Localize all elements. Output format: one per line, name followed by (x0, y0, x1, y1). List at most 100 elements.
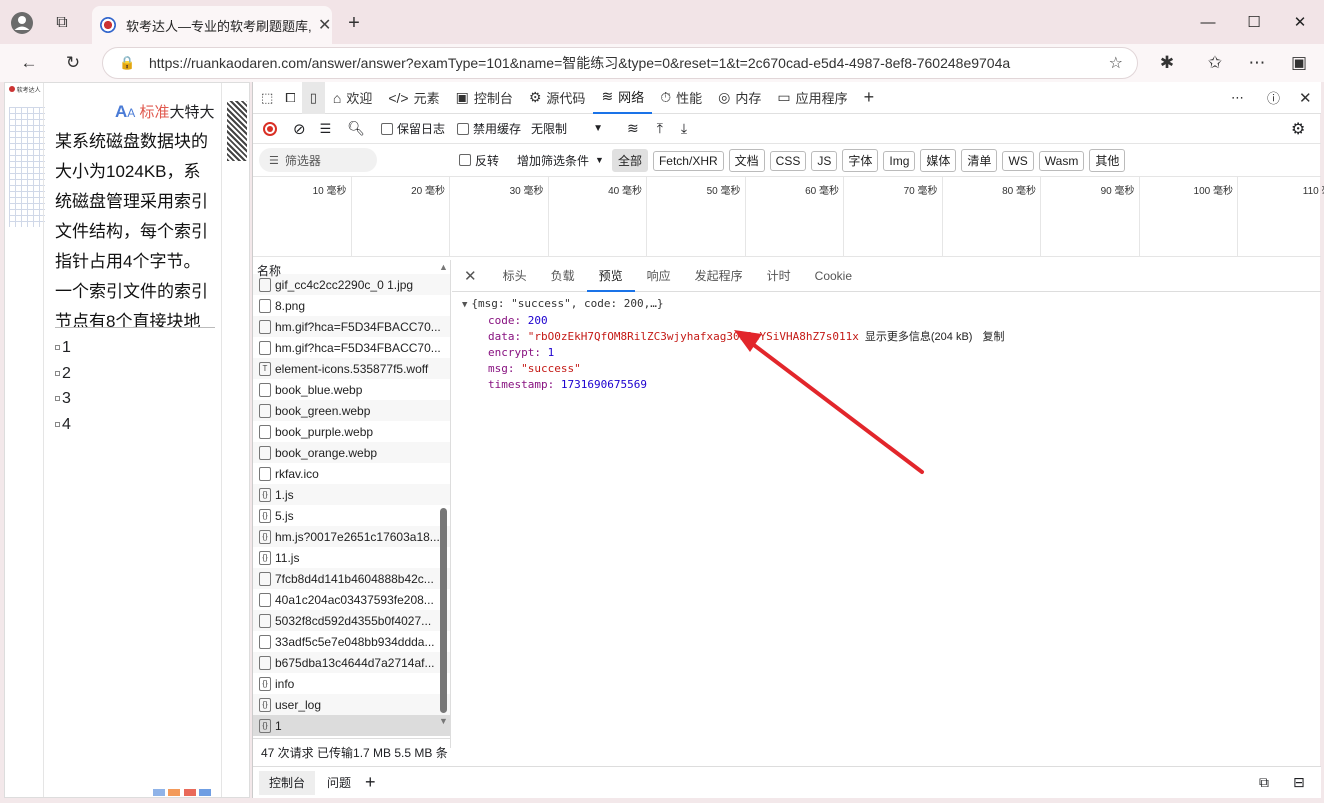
request-row[interactable]: hm.gif?hca=F5D34FBACC70... (253, 316, 450, 337)
request-row[interactable]: 33adf5c5e7e048bb934ddda... (253, 631, 450, 652)
drawer-add-icon[interactable]: + (365, 772, 376, 793)
url-text[interactable]: https://ruankaodaren.com/answer/answer?e… (149, 53, 1010, 73)
request-row[interactable]: {} user_log (253, 694, 450, 715)
request-row[interactable]: 8.png (253, 295, 450, 316)
filter-chip[interactable]: 全部 (611, 148, 648, 172)
option-2[interactable]: 2 (55, 361, 71, 387)
filter-chip[interactable]: JS (811, 150, 838, 171)
font-standard[interactable]: 标准 (139, 104, 169, 121)
filter-input[interactable]: ☰ 筛选器 (259, 148, 377, 172)
option-4[interactable]: 4 (55, 412, 71, 438)
filter-icon[interactable]: ☰ (320, 121, 332, 137)
sidebar-icon[interactable]: ▣ (1286, 50, 1312, 76)
filter-chip[interactable]: Wasm (1038, 150, 1085, 171)
address-bar[interactable]: 🔒 https://ruankaodaren.com/answer/answer… (102, 47, 1138, 79)
browser-tab[interactable]: 软考达人—专业的软考刷题题库, ✕ (92, 6, 332, 44)
request-list-scrollbar[interactable]: ▲ ▼ (438, 260, 450, 730)
request-row[interactable]: gif_cc4c2cc2290c_0 1.jpg (253, 274, 450, 295)
import-har-icon[interactable]: ⤒ (657, 120, 663, 137)
request-row[interactable]: Telement-icons.535877f5.woff (253, 358, 450, 379)
export-har-icon[interactable]: ⤓ (681, 120, 687, 137)
tab-console[interactable]: ▣ 控制台 (448, 82, 521, 114)
tab-initiator[interactable]: 发起程序 (683, 260, 755, 292)
filter-chip[interactable]: 清单 (961, 148, 998, 172)
request-row[interactable]: book_orange.webp (253, 442, 450, 463)
preserve-log-checkbox[interactable]: 保留日志 (381, 120, 445, 137)
more-menu-icon[interactable]: ⋯ (1244, 50, 1270, 76)
inspect-icon[interactable]: ⬚ (253, 82, 279, 114)
dock-icon[interactable]: ▯ (301, 81, 325, 114)
filter-chip[interactable]: 媒体 (920, 148, 957, 172)
request-row[interactable]: rkfav.ico (253, 463, 450, 484)
close-detail-icon[interactable]: ✕ (452, 267, 491, 285)
request-row[interactable]: {} 1.js (253, 484, 450, 505)
tab-response[interactable]: 响应 (635, 260, 683, 292)
settings-gear-icon[interactable]: ⚙ (1291, 119, 1305, 139)
request-row[interactable]: book_blue.webp (253, 379, 450, 400)
request-row[interactable]: 40a1c204ac03437593fe208... (253, 589, 450, 610)
favorite-star-icon[interactable]: ☆ (1109, 53, 1123, 73)
drawer-collapse-icon[interactable]: ⊟ (1293, 774, 1305, 791)
refresh-icon[interactable]: ↻ (60, 50, 86, 76)
invert-checkbox[interactable]: 反转 (459, 152, 499, 169)
scroll-down-arrow[interactable]: ▼ (439, 716, 448, 726)
close-window-button[interactable]: ✕ (1277, 10, 1323, 34)
more-filters-dropdown[interactable]: 增加筛选条件 ▼ (517, 152, 604, 169)
throttle-select[interactable]: 无限制 ▼ (531, 120, 603, 137)
maximize-button[interactable]: ☐ (1231, 10, 1277, 34)
footer-button-orange[interactable] (168, 789, 181, 796)
device-toolbar-icon[interactable]: ⧠ (279, 82, 301, 114)
tab-payload[interactable]: 负载 (539, 260, 587, 292)
tab-cookie[interactable]: Cookie (803, 260, 864, 292)
filter-chip[interactable]: 文档 (728, 148, 765, 172)
request-row[interactable]: 5032f8cd592d4355b0f4027... (253, 610, 450, 631)
scroll-up-arrow[interactable]: ▲ (439, 262, 448, 272)
scroll-thumb[interactable] (440, 508, 447, 713)
workspaces-icon[interactable]: ⧉ (48, 9, 76, 37)
help-icon[interactable]: ⓘ (1259, 82, 1288, 114)
more-options-icon[interactable]: ⋯ (1223, 82, 1252, 114)
profile-icon[interactable] (8, 9, 36, 37)
tab-application[interactable]: ▭ 应用程序 (769, 82, 855, 114)
filter-chip[interactable]: Img (883, 150, 916, 171)
option-1[interactable]: 1 (55, 335, 71, 361)
request-row[interactable]: {} 5.js (253, 505, 450, 526)
tab-preview[interactable]: 预览 (586, 260, 635, 292)
back-icon[interactable]: ← (16, 50, 42, 76)
tab-performance[interactable]: ⏱ 性能 (652, 82, 710, 114)
disable-cache-checkbox[interactable]: 禁用缓存 (457, 120, 521, 137)
filter-chip[interactable]: 其他 (1089, 148, 1126, 172)
json-root[interactable]: ▼ {msg: "success", code: 200,…} (462, 296, 1321, 313)
request-row[interactable]: book_purple.webp (253, 421, 450, 442)
tab-sources[interactable]: ⚙ 源代码 (521, 82, 594, 114)
minimize-button[interactable]: — (1185, 10, 1231, 34)
new-tab-icon[interactable]: + (340, 9, 368, 37)
tab-welcome[interactable]: ⌂ 欢迎 (325, 82, 380, 114)
record-icon[interactable] (263, 121, 277, 136)
tab-elements[interactable]: </> 元素 (380, 82, 447, 114)
favorites-icon[interactable]: ✩ (1202, 50, 1228, 76)
filter-chip[interactable]: CSS (769, 150, 807, 171)
filter-chip[interactable]: Fetch/XHR (652, 150, 724, 171)
request-row[interactable]: {} hm.js?0017e2651c17603a18... (253, 526, 450, 547)
font-xlarge[interactable]: 特大 (185, 104, 215, 121)
tab-headers[interactable]: 标头 (491, 260, 539, 292)
request-row[interactable]: {} 11.js (253, 547, 450, 568)
search-icon[interactable]: 🔍︎ (347, 120, 365, 137)
filter-chip[interactable]: WS (1002, 150, 1034, 171)
drawer-tab-console[interactable]: 控制台 (259, 770, 316, 795)
tab-memory[interactable]: ◎ 内存 (710, 82, 769, 114)
tab-timing[interactable]: 计时 (755, 260, 803, 292)
footer-button-blue2[interactable] (199, 789, 212, 796)
request-row[interactable]: hm.gif?hca=F5D34FBACC70... (253, 337, 450, 358)
footer-button-blue[interactable] (153, 789, 165, 796)
close-devtools-icon[interactable]: ✕ (1291, 82, 1320, 114)
add-tab-icon[interactable]: + (856, 82, 883, 114)
extensions-icon[interactable]: ✱ (1154, 50, 1180, 76)
copy-link[interactable]: 复制 (982, 331, 1004, 343)
tab-network[interactable]: ≋ 网络 (593, 82, 653, 114)
drawer-tab-issues[interactable]: 问题 (319, 774, 359, 791)
request-row[interactable]: {} 1 (253, 715, 450, 736)
request-row[interactable]: b675dba13c4644d7a2714af... (253, 652, 450, 673)
option-3[interactable]: 3 (55, 386, 71, 412)
